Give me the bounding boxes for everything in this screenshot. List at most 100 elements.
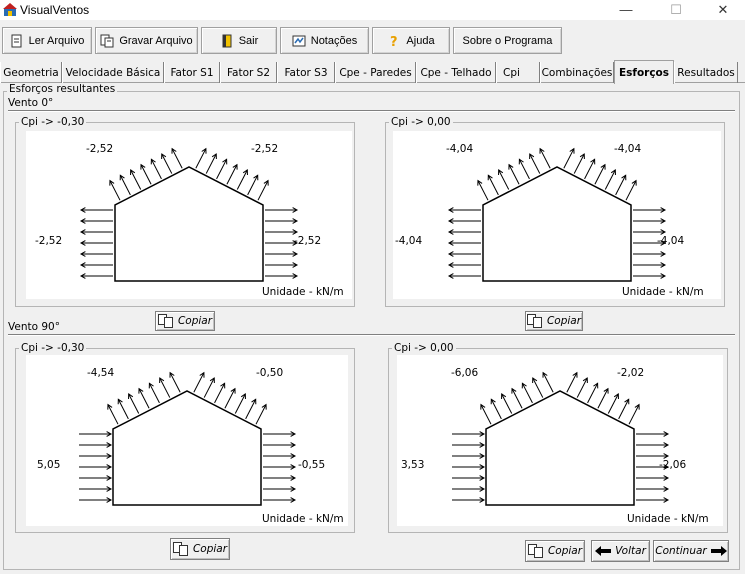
wall-left-load-arrow (447, 251, 481, 257)
panel-cpi-label: Cpi -> -0,30 (19, 342, 87, 354)
wall-left-load-arrow (452, 431, 486, 437)
close-button[interactable]: ✕ (708, 0, 738, 20)
roof-right-load-arrow (628, 403, 640, 425)
structure-diagram (79, 371, 297, 506)
wall-right-load-arrow (263, 453, 297, 459)
wall-right-load-arrow (636, 497, 670, 503)
roof-right-load-arrow (224, 387, 236, 409)
voltar-button[interactable]: Voltar (591, 540, 650, 562)
section-label-vento-0: Vento 0° (8, 97, 54, 109)
wall-left-value: -2,52 (35, 235, 63, 247)
roof-left-load-arrow (498, 169, 510, 190)
window-title: VisualVentos (20, 3, 90, 17)
building-outline (112, 390, 262, 506)
roof-right-load-arrow (226, 163, 238, 185)
save-file-icon (100, 34, 114, 47)
wall-left-load-arrow (447, 240, 481, 246)
notacoes-label: Notações (310, 34, 358, 47)
wall-right-value: -4,04 (657, 235, 685, 247)
tab-geometria[interactable]: Geometria (0, 62, 62, 83)
gravar-arquivo-button[interactable]: Gravar Arquivo (95, 27, 198, 54)
wall-left-load-arrow (79, 486, 113, 492)
wall-right-load-arrow (263, 431, 297, 437)
ajuda-label: Ajuda (406, 34, 435, 47)
copy-icon (527, 544, 544, 558)
arrow-right-icon (710, 546, 727, 556)
svg-text:?: ? (390, 35, 398, 48)
wall-left-load-arrow (452, 475, 486, 481)
roof-right-load-arrow (255, 403, 267, 425)
structure-diagram (452, 371, 670, 506)
force-diagram-panel: -4,54 -0,50 5,05 -0,55 Unidade - kN/m (26, 355, 348, 526)
tab-fator-s3[interactable]: Fator S3 (277, 62, 335, 83)
wall-left-value: -4,04 (395, 235, 423, 247)
force-diagram-panel: -6,06 -2,02 3,53 -2,06 Unidade - kN/m (397, 355, 723, 526)
roof-right-load-arrow (203, 377, 215, 398)
roof-left-load-arrow (529, 153, 541, 174)
tab-fator-s2[interactable]: Fator S2 (220, 62, 277, 83)
tab-esforcos[interactable]: Esforços (614, 60, 674, 84)
tab-resultados[interactable]: Resultados (674, 62, 738, 83)
maximize-button[interactable]: ☐ (661, 0, 691, 20)
roof-left-load-arrow (161, 153, 173, 174)
section-divider (8, 334, 735, 336)
wall-left-load-arrow (447, 207, 481, 213)
continuar-button[interactable]: Continuar (653, 540, 729, 562)
wall-left-load-arrow (452, 442, 486, 448)
roof-right-value: -4,04 (614, 143, 642, 155)
gravar-arquivo-label: Gravar Arquivo (119, 34, 193, 47)
roof-left-load-arrow (128, 393, 140, 414)
copiar-button-vento90-a[interactable]: Copiar (170, 538, 230, 560)
sobre-o-programa-button[interactable]: Sobre o Programa (453, 27, 562, 54)
roof-right-load-arrow (247, 174, 259, 196)
minimize-button[interactable]: — (611, 0, 641, 20)
roof-left-load-arrow (159, 377, 171, 398)
title-bar: VisualVentos — ☐ ✕ (0, 0, 745, 20)
notacoes-button[interactable]: Notações (280, 27, 369, 54)
building-outline (114, 166, 264, 282)
wall-right-load-arrow (636, 431, 670, 437)
tab-velocidade-basica[interactable]: Velocidade Básica (62, 62, 164, 83)
wall-right-load-arrow (265, 273, 299, 279)
copy-icon (526, 314, 543, 328)
tab-cpi[interactable]: Cpi (496, 62, 540, 83)
roof-right-load-arrow (576, 377, 588, 398)
ler-arquivo-button[interactable]: Ler Arquivo (2, 27, 92, 54)
wall-right-load-arrow (263, 497, 297, 503)
roof-left-load-arrow (169, 371, 181, 393)
copiar-label: Copiar (547, 545, 583, 557)
roof-right-load-arrow (245, 398, 257, 420)
ajuda-button[interactable]: ? Ajuda (372, 27, 450, 54)
roof-left-load-arrow (140, 163, 152, 185)
wall-left-load-arrow (79, 475, 113, 481)
wall-left-load-arrow (79, 262, 113, 268)
tab-fator-s1[interactable]: Fator S1 (164, 62, 220, 83)
wall-left-load-arrow (79, 442, 113, 448)
wall-left-load-arrow (79, 453, 113, 459)
wall-left-load-arrow (79, 229, 113, 235)
tab-cpe-paredes[interactable]: Cpe - Paredes (335, 62, 416, 83)
copiar-button-vento90-b[interactable]: Copiar (525, 540, 585, 562)
wall-right-load-arrow (265, 240, 299, 246)
building-outline (482, 166, 632, 282)
unit-label: Unidade - kN/m (262, 286, 344, 298)
copiar-label: Copiar (177, 315, 213, 327)
tab-cpe-telhado[interactable]: Cpe - Telhado (416, 62, 496, 83)
roof-right-load-arrow (615, 174, 627, 196)
roof-right-load-arrow (563, 147, 575, 169)
wall-right-load-arrow (263, 464, 297, 470)
ler-arquivo-label: Ler Arquivo (28, 34, 85, 47)
building-outline (485, 390, 635, 506)
roof-left-load-arrow (487, 174, 499, 196)
copiar-button-vento0-b[interactable]: Copiar (525, 311, 583, 331)
copiar-button-vento0-a[interactable]: Copiar (155, 311, 215, 331)
unit-label: Unidade - kN/m (622, 286, 704, 298)
roof-left-value: -4,54 (87, 367, 115, 379)
panel-cpi-label: Cpi -> -0,30 (19, 116, 87, 128)
continuar-label: Continuar (655, 545, 707, 557)
sair-button[interactable]: Sair (201, 27, 277, 54)
tab-combinacoes[interactable]: Combinações (540, 62, 614, 83)
wall-left-load-arrow (452, 464, 486, 470)
help-question-icon: ? (390, 35, 398, 48)
wall-left-value: 3,53 (401, 459, 425, 471)
